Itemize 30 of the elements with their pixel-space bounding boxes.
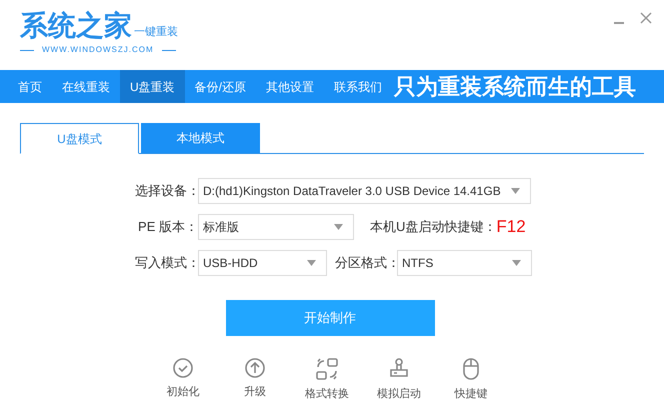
- tool-button[interactable]: 初始化: [147, 358, 219, 402]
- stamp-icon: [389, 358, 409, 380]
- logo-subtitle: 一键重装: [134, 24, 178, 40]
- write-mode-select[interactable]: USB-HDD: [198, 250, 327, 276]
- dropdown-caret-icon: [511, 188, 520, 194]
- device-select[interactable]: D:(hd1)Kingston DataTraveler 3.0 USB Device 14.41GB: [198, 178, 531, 204]
- field-label: 分区格式：: [335, 254, 397, 272]
- tool-button[interactable]: 升级: [219, 358, 291, 402]
- slogan: 只为重装系统而生的工具: [394, 73, 637, 101]
- hotkey-value: F12: [496, 216, 526, 238]
- dropdown-caret-icon: [307, 260, 316, 266]
- field-label: 选择设备：: [135, 182, 198, 200]
- close-button[interactable]: [640, 12, 652, 24]
- logo-title: 系统之家: [20, 10, 132, 42]
- field-label: 写入模式：: [135, 254, 198, 272]
- nav-item[interactable]: U盘重装: [120, 70, 185, 103]
- field-label: PE 版本：: [137, 218, 198, 236]
- tool-button[interactable]: 模拟启动: [363, 358, 435, 402]
- field-label: 本机U盘启动快捷键：: [370, 218, 496, 236]
- dropdown-caret-icon: [512, 260, 521, 266]
- pe-version-select[interactable]: 标准版: [198, 214, 354, 240]
- mouse-icon: [463, 358, 479, 380]
- dropdown-caret-icon: [334, 224, 343, 230]
- arrow-up-circle-icon: [245, 358, 265, 378]
- tool-button[interactable]: 快捷键: [435, 358, 507, 402]
- convert-icon: [316, 358, 338, 380]
- partition-select[interactable]: NTFS: [397, 250, 532, 276]
- check-circle-icon: [173, 358, 193, 378]
- logo-url: WWW.WINDOWSZJ.COM: [42, 44, 154, 56]
- tool-button[interactable]: 格式转换: [291, 358, 363, 402]
